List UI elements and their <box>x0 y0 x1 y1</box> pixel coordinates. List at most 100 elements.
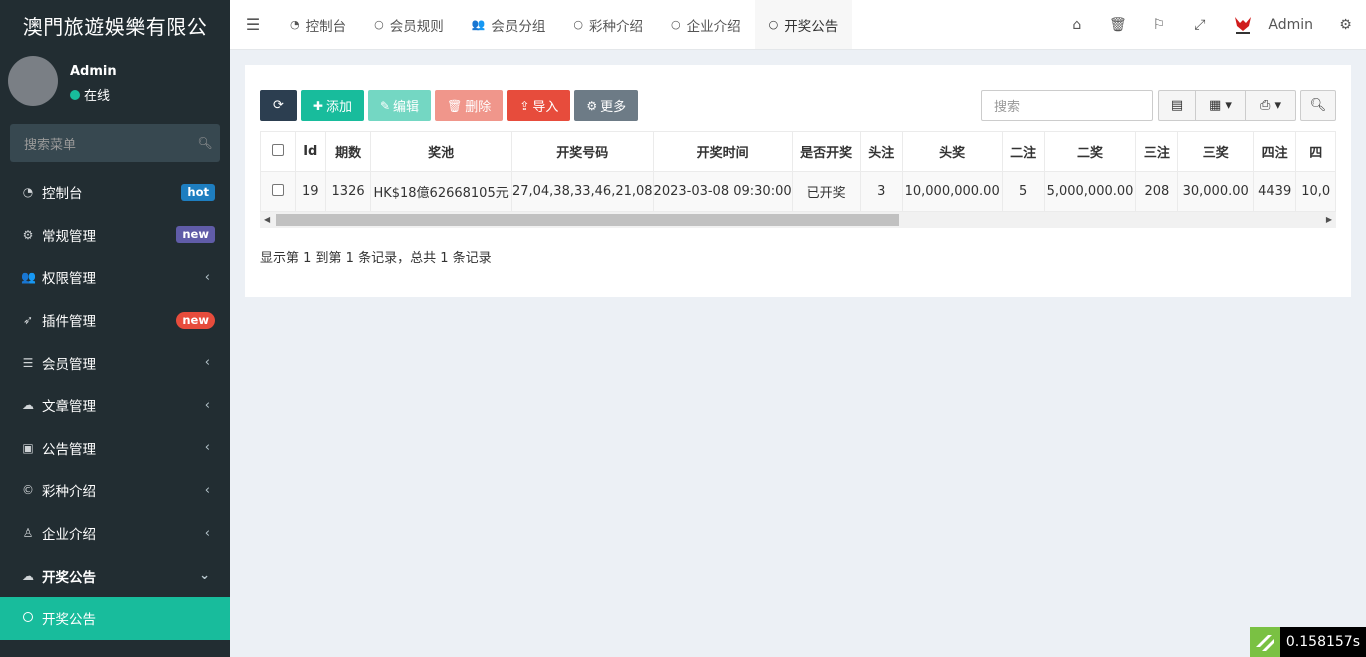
column-header[interactable]: 期数 <box>324 131 372 172</box>
column-header[interactable]: 奖池 <box>370 131 512 172</box>
status-text: 在线 <box>84 89 111 104</box>
sidebar-menu: ◔ 控制台 hot ⚙ 常规管理 new 👥 权限管理 ‹ ➶ 插件管理 new… <box>0 171 230 640</box>
sidebar-item-dashboard[interactable]: ◔ 控制台 hot <box>0 171 230 214</box>
column-header[interactable]: 三注 <box>1135 131 1179 172</box>
circle-icon: ○ <box>671 18 681 31</box>
column-header[interactable]: 三奖 <box>1177 131 1254 172</box>
column-header[interactable]: 四 <box>1295 131 1336 172</box>
home-icon[interactable]: ⌂ <box>1056 17 1097 33</box>
menu-search-input[interactable]: 搜索菜单 🔍︎ <box>10 124 220 162</box>
column-header[interactable]: 是否开奖 <box>791 131 861 172</box>
navbar-right: ⌂ 🗑︎ ⚐ ⤢ Admin ⚙ <box>1056 0 1366 49</box>
table-cell: 27,04,38,33,46,21,08 <box>510 171 654 212</box>
sidebar-item-draw-notice[interactable]: ☁ 开奖公告 ⌄ <box>0 554 230 597</box>
chevron-left-icon: ‹ <box>204 269 210 285</box>
sidebar-item-member[interactable]: ☰ 会员管理 ‹ <box>0 341 230 384</box>
sidebar-item-label: 插件管理 <box>42 314 96 331</box>
sidebar-item-label: 公告管理 <box>42 441 96 458</box>
columns-button[interactable]: ▦ ▾ <box>1196 90 1246 121</box>
tab-dashboard[interactable]: ◔ 控制台 <box>276 0 360 49</box>
trash-icon: 🗑︎ <box>447 98 463 113</box>
table-header-row: Id 期数 奖池 开奖号码 开奖时间 是否开奖 头注 头奖 二注 二奖 三注 三… <box>260 131 1336 172</box>
tab-lottery-intro[interactable]: ○ 彩种介绍 <box>559 0 657 49</box>
sidebar-item-notice[interactable]: ▣ 公告管理 ‹ <box>0 427 230 470</box>
chevron-left-icon: ‹ <box>204 525 210 541</box>
tab-draw-notice[interactable]: ○ 开奖公告 <box>754 0 853 49</box>
table-cell: 208 <box>1135 171 1179 212</box>
column-header[interactable]: 二注 <box>1001 131 1045 172</box>
menu-search-placeholder: 搜索菜单 <box>24 137 77 153</box>
add-label: 添加 <box>325 100 352 115</box>
users-icon: 👥 <box>471 18 486 31</box>
column-header[interactable]: 开奖号码 <box>510 131 654 172</box>
new-badge: new <box>176 311 215 329</box>
trash-icon[interactable]: 🗑︎ <box>1097 17 1138 33</box>
chevron-left-icon: ‹ <box>204 482 210 498</box>
column-header[interactable]: 二奖 <box>1043 131 1137 172</box>
sidebar-item-label: 彩种介绍 <box>42 484 96 501</box>
sidebar: 澳門旅遊娛樂有限公 Admin 在线 搜索菜单 🔍︎ ◔ 控制台 hot ⚙ 常… <box>0 0 230 657</box>
horizontal-scrollbar[interactable]: ◀ ▶ <box>260 212 1336 228</box>
tab-company-intro[interactable]: ○ 企业介绍 <box>657 0 755 49</box>
add-button[interactable]: ✚ 添加 <box>300 90 364 121</box>
tab-label: 企业介绍 <box>686 18 741 35</box>
column-header[interactable]: 开奖时间 <box>652 131 793 172</box>
sidebar-item-article[interactable]: ☁ 文章管理 ‹ <box>0 384 230 427</box>
edit-button[interactable]: ✎ 编辑 <box>367 90 432 121</box>
import-button[interactable]: ⇪ 导入 <box>507 90 571 121</box>
timer-value: 0.158157s <box>1279 627 1366 657</box>
column-header[interactable]: Id <box>294 131 326 172</box>
fullscreen-icon[interactable]: ⤢ <box>1179 17 1220 33</box>
top-navbar: ☰ ◔ 控制台 ○ 会员规则 👥 会员分组 ○ 彩种介绍 ○ 企业介绍 ○ 开奖… <box>230 0 1366 50</box>
sidebar-item-label: 会员管理 <box>42 356 96 373</box>
row-checkbox[interactable] <box>260 171 296 212</box>
search-icon: 🔍︎ <box>197 136 213 150</box>
sidebar-item-auth[interactable]: 👥 权限管理 ‹ <box>0 256 230 299</box>
tab-label: 会员规则 <box>389 18 444 35</box>
table-cell: HK$18億62668105元 <box>370 171 512 212</box>
cloud-icon: ☁ <box>22 398 34 413</box>
column-header[interactable]: 四注 <box>1252 131 1297 172</box>
table-cell: 30,000.00 <box>1177 171 1254 212</box>
admin-menu[interactable]: Admin <box>1220 14 1325 36</box>
scroll-left-icon[interactable]: ◀ <box>264 215 270 224</box>
sidebar-item-company-intro[interactable]: ♙ 企业介绍 ‹ <box>0 512 230 555</box>
chevron-left-icon: ‹ <box>204 397 210 413</box>
sidebar-item-label: 开奖公告 <box>42 569 96 586</box>
language-icon[interactable]: ⚐ <box>1138 17 1179 33</box>
tab-label: 开奖公告 <box>784 18 839 35</box>
cogs-icon: ⚙ <box>22 227 34 242</box>
sidebar-item-addon[interactable]: ➶ 插件管理 new <box>0 299 230 342</box>
tab-bar: ◔ 控制台 ○ 会员规则 👥 会员分组 ○ 彩种介绍 ○ 企业介绍 ○ 开奖公告 <box>276 0 853 49</box>
sidebar-item-general[interactable]: ⚙ 常规管理 new <box>0 214 230 257</box>
table-row[interactable]: 19 1326 HK$18億62668105元 27,04,38,33,46,2… <box>260 171 1336 212</box>
admin-name: Admin <box>1268 16 1313 33</box>
refresh-button[interactable]: ⟳ <box>260 90 297 121</box>
scroll-right-icon[interactable]: ▶ <box>1326 215 1332 224</box>
upload-icon: ⇪ <box>519 98 530 113</box>
delete-button[interactable]: 🗑︎ 删除 <box>435 90 504 121</box>
scrollbar-thumb[interactable] <box>276 214 899 226</box>
gears-icon[interactable]: ⚙ <box>1325 17 1366 33</box>
tab-member-group[interactable]: 👥 会员分组 <box>458 0 560 49</box>
tab-member-rule[interactable]: ○ 会员规则 <box>360 0 458 49</box>
more-button[interactable]: ⚙ 更多 <box>574 90 639 121</box>
sidebar-toggle-icon[interactable]: ☰ <box>230 0 276 49</box>
export-button[interactable]: ⎙ ▾ <box>1246 90 1296 121</box>
select-all-checkbox[interactable] <box>260 131 296 172</box>
table-cell: 10,000,000.00 <box>901 171 1003 212</box>
sidebar-item-label: 常规管理 <box>42 228 96 245</box>
circle-icon: ○ <box>573 18 584 31</box>
sidebar-subitem-draw-notice[interactable]: 开奖公告 <box>0 596 230 640</box>
group-icon: 👥 <box>21 270 36 285</box>
table-search-input[interactable]: 搜索 <box>981 90 1153 121</box>
advanced-search-button[interactable]: 🔍︎ <box>1300 90 1336 121</box>
admin-logo-icon <box>1235 16 1252 34</box>
table-cell: 4439 <box>1252 171 1297 212</box>
cloud-icon: ☁ <box>22 568 34 583</box>
sidebar-item-lottery-intro[interactable]: © 彩种介绍 ‹ <box>0 469 230 512</box>
column-header[interactable]: 头注 <box>859 131 903 172</box>
column-header[interactable]: 头奖 <box>901 131 1003 172</box>
brand-title[interactable]: 澳門旅遊娛樂有限公 <box>0 0 230 50</box>
toggle-view-button[interactable]: ▤ <box>1158 90 1196 121</box>
